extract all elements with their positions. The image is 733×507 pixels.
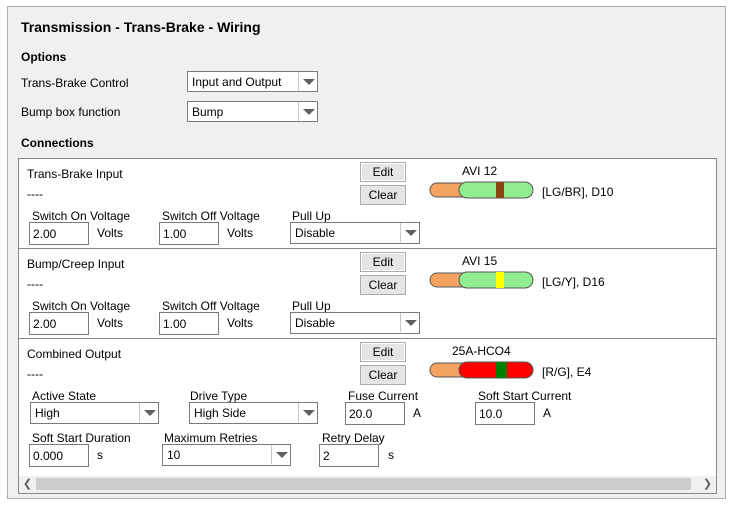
trans-brake-control-select[interactable]: Input and Output xyxy=(187,71,318,92)
soft-start-current-unit: A xyxy=(543,406,552,420)
wire-icon xyxy=(429,181,534,199)
chevron-down-icon[interactable] xyxy=(298,403,317,422)
drive-type-select[interactable]: High Side xyxy=(189,402,318,424)
switch-off-unit: Volts xyxy=(227,316,254,330)
retry-delay-input[interactable]: 2 xyxy=(319,444,379,467)
pull-up-value: Disable xyxy=(295,316,336,330)
soft-start-current-label: Soft Start Current xyxy=(478,389,572,403)
connection-name: Combined Output xyxy=(27,347,122,361)
drive-type-value: High Side xyxy=(194,406,247,420)
connection-bump-creep-input: Bump/Creep Input ---- Edit Clear AVI 15 … xyxy=(19,249,716,339)
active-state-label: Active State xyxy=(32,389,97,403)
bump-box-select[interactable]: Bump xyxy=(187,101,318,122)
fuse-current-unit: A xyxy=(413,406,422,420)
pull-up-label: Pull Up xyxy=(292,209,331,223)
chevron-down-icon[interactable] xyxy=(298,102,317,121)
max-retries-select[interactable]: 10 xyxy=(162,444,291,466)
pin-label: AVI 12 xyxy=(462,164,498,178)
retry-delay-label: Retry Delay xyxy=(322,431,385,445)
fuse-current-label: Fuse Current xyxy=(348,389,419,403)
wire-label: [LG/BR], D10 xyxy=(542,185,614,199)
switch-on-unit: Volts xyxy=(97,226,124,240)
wire-label: [LG/Y], D16 xyxy=(542,275,605,289)
fuse-current-input[interactable]: 20.0 xyxy=(345,402,405,425)
soft-start-current-input[interactable]: 10.0 xyxy=(475,402,535,425)
switch-on-input[interactable]: 2.00 xyxy=(29,222,89,245)
switch-on-label: Switch On Voltage xyxy=(32,299,131,313)
edit-button[interactable]: Edit xyxy=(360,252,406,272)
chevron-down-icon[interactable] xyxy=(400,223,419,242)
switch-off-input[interactable]: 1.00 xyxy=(159,222,219,245)
chevron-down-icon[interactable] xyxy=(298,72,317,91)
switch-on-unit: Volts xyxy=(97,316,124,330)
connection-name: Trans-Brake Input xyxy=(27,167,123,181)
active-state-select[interactable]: High xyxy=(30,402,159,424)
chevron-down-icon[interactable] xyxy=(400,313,419,332)
active-state-value: High xyxy=(35,406,60,420)
clear-button[interactable]: Clear xyxy=(360,365,406,385)
connections-heading: Connections xyxy=(21,136,94,150)
switch-off-input[interactable]: 1.00 xyxy=(159,312,219,335)
connection-name: Bump/Creep Input xyxy=(27,257,125,271)
clear-button[interactable]: Clear xyxy=(360,275,406,295)
edit-button[interactable]: Edit xyxy=(360,342,406,362)
switch-on-label: Switch On Voltage xyxy=(32,209,131,223)
wire-icon xyxy=(429,271,534,289)
soft-start-duration-label: Soft Start Duration xyxy=(32,431,131,445)
scrollbar-thumb[interactable] xyxy=(36,478,691,490)
max-retries-label: Maximum Retries xyxy=(164,431,258,445)
retry-delay-unit: s xyxy=(388,448,394,462)
chevron-left-icon[interactable]: ❮ xyxy=(19,476,36,493)
options-heading: Options xyxy=(21,50,67,64)
soft-start-duration-input[interactable]: 0.000 xyxy=(29,444,89,467)
pin-label: 25A-HCO4 xyxy=(452,344,511,358)
wire-label: [R/G], E4 xyxy=(542,365,592,379)
wiring-panel: Transmission - Trans-Brake - Wiring Opti… xyxy=(7,6,726,499)
pull-up-select[interactable]: Disable xyxy=(290,222,420,244)
pull-up-select[interactable]: Disable xyxy=(290,312,420,334)
connection-trans-brake-input: Trans-Brake Input ---- Edit Clear AVI 12… xyxy=(19,159,716,249)
page-title: Transmission - Trans-Brake - Wiring xyxy=(21,19,261,35)
wire-icon xyxy=(429,361,534,379)
chevron-down-icon[interactable] xyxy=(139,403,158,422)
edit-button[interactable]: Edit xyxy=(360,162,406,182)
drive-type-label: Drive Type xyxy=(190,389,248,403)
connection-status: ---- xyxy=(27,277,43,291)
chevron-down-icon[interactable] xyxy=(271,445,290,464)
horizontal-scrollbar[interactable]: ❮ ❯ xyxy=(19,476,716,493)
trans-brake-control-label: Trans-Brake Control xyxy=(21,76,129,90)
pin-label: AVI 15 xyxy=(462,254,498,268)
bump-box-value: Bump xyxy=(192,105,224,119)
pull-up-label: Pull Up xyxy=(292,299,331,313)
switch-off-label: Switch Off Voltage xyxy=(162,299,260,313)
trans-brake-control-value: Input and Output xyxy=(192,75,282,89)
max-retries-value: 10 xyxy=(167,448,181,462)
connection-status: ---- xyxy=(27,187,43,201)
connections-list: Trans-Brake Input ---- Edit Clear AVI 12… xyxy=(18,158,717,494)
switch-on-input[interactable]: 2.00 xyxy=(29,312,89,335)
bump-box-label: Bump box function xyxy=(21,105,121,119)
connection-combined-output: Combined Output ---- Edit Clear 25A-HCO4… xyxy=(19,339,716,471)
pull-up-value: Disable xyxy=(295,226,336,240)
clear-button[interactable]: Clear xyxy=(360,185,406,205)
chevron-right-icon[interactable]: ❯ xyxy=(699,476,716,493)
switch-off-unit: Volts xyxy=(227,226,254,240)
switch-off-label: Switch Off Voltage xyxy=(162,209,260,223)
connection-status: ---- xyxy=(27,367,43,381)
soft-start-duration-unit: s xyxy=(97,448,103,462)
